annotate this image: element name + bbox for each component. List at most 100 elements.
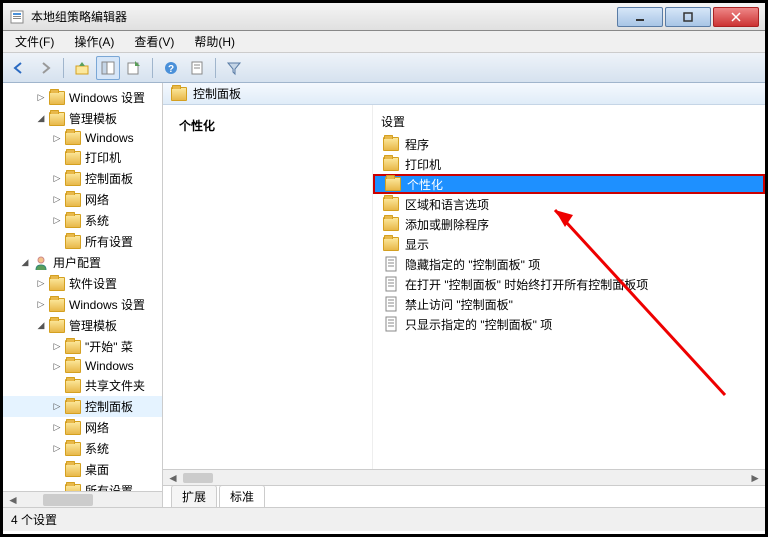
setting-label: 打印机 bbox=[405, 156, 441, 173]
tree-item-windows[interactable]: ▷ Windows 设置 bbox=[3, 294, 162, 315]
tree-item-[interactable]: 桌面 bbox=[3, 459, 162, 480]
up-button[interactable] bbox=[70, 56, 94, 80]
tree-toggle-icon[interactable]: ▷ bbox=[51, 422, 63, 434]
tree-toggle-icon[interactable]: ▷ bbox=[35, 92, 47, 104]
setting-label: 程序 bbox=[405, 136, 429, 153]
tree-item-[interactable]: 所有设置 bbox=[3, 231, 162, 252]
tab-extended[interactable]: 扩展 bbox=[171, 485, 217, 507]
tree-item-[interactable]: ▷网络 bbox=[3, 417, 162, 438]
folder-icon bbox=[383, 157, 399, 171]
tree-toggle-icon[interactable]: ▷ bbox=[51, 360, 63, 372]
folder-icon bbox=[383, 217, 399, 231]
tree-horizontal-scrollbar[interactable]: ◄ bbox=[3, 491, 162, 507]
tree-item-[interactable]: ▷ 系统 bbox=[3, 438, 162, 459]
minimize-button[interactable] bbox=[617, 7, 663, 27]
tree-item-[interactable]: 共享文件夹 bbox=[3, 375, 162, 396]
tree-item-[interactable]: ▷控制面板 bbox=[3, 396, 162, 417]
tree-item-label: 桌面 bbox=[85, 461, 109, 478]
menu-view[interactable]: 查看(V) bbox=[126, 31, 182, 52]
setting-label: 禁止访问 "控制面板" bbox=[405, 296, 513, 313]
folder-icon bbox=[383, 137, 399, 151]
tree-toggle-icon bbox=[51, 236, 63, 248]
tree-toggle-icon[interactable]: ◢ bbox=[35, 113, 47, 125]
folder-icon bbox=[171, 87, 187, 101]
tree-toggle-icon[interactable]: ◢ bbox=[35, 320, 47, 332]
tree-toggle-icon[interactable]: ▷ bbox=[51, 443, 63, 455]
setting-row[interactable]: 只显示指定的 "控制面板" 项 bbox=[373, 314, 765, 334]
folder-icon bbox=[65, 235, 81, 249]
content-horizontal-scrollbar[interactable]: ◄► bbox=[163, 469, 765, 485]
tree-toggle-icon[interactable]: ▷ bbox=[51, 173, 63, 185]
tree-toggle-icon bbox=[51, 152, 63, 164]
tree-item-[interactable]: ▷ 系统 bbox=[3, 210, 162, 231]
tree-item-[interactable]: ▷ 网络 bbox=[3, 189, 162, 210]
tree-item-windows[interactable]: ▷Windows 设置 bbox=[3, 87, 162, 108]
tree-toggle-icon[interactable]: ▷ bbox=[35, 278, 47, 290]
setting-row[interactable]: 个性化 bbox=[373, 174, 765, 194]
folder-icon bbox=[65, 359, 81, 373]
tree-item-label: 共享文件夹 bbox=[85, 377, 145, 394]
tree-toggle-icon[interactable]: ▷ bbox=[51, 194, 63, 206]
menu-action[interactable]: 操作(A) bbox=[66, 31, 122, 52]
tree-item-[interactable]: ▷ 控制面板 bbox=[3, 168, 162, 189]
folder-icon bbox=[65, 193, 81, 207]
close-button[interactable] bbox=[713, 7, 759, 27]
setting-row[interactable]: 添加或删除程序 bbox=[373, 214, 765, 234]
tab-bar: 扩展 标准 bbox=[163, 485, 765, 507]
tree-item-label: 控制面板 bbox=[85, 170, 133, 187]
tree-item-label: Windows 设置 bbox=[69, 296, 145, 313]
detail-title: 个性化 bbox=[171, 113, 364, 138]
setting-label: 只显示指定的 "控制面板" 项 bbox=[405, 316, 552, 333]
tree-item-label: 所有设置 bbox=[85, 482, 133, 491]
setting-row[interactable]: 禁止访问 "控制面板" bbox=[373, 294, 765, 314]
forward-button[interactable] bbox=[33, 56, 57, 80]
tree-toggle-icon[interactable]: ◢ bbox=[19, 257, 31, 269]
tree-toggle-icon bbox=[51, 464, 63, 476]
setting-row[interactable]: 打印机 bbox=[373, 154, 765, 174]
tree-toggle-icon[interactable]: ▷ bbox=[51, 341, 63, 353]
setting-row[interactable]: 程序 bbox=[373, 134, 765, 154]
tab-standard[interactable]: 标准 bbox=[219, 485, 265, 507]
toolbar: ? bbox=[3, 53, 765, 83]
tree-item-[interactable]: ◢管理模板 bbox=[3, 108, 162, 129]
tree-item-[interactable]: 打印机 bbox=[3, 147, 162, 168]
tree-item-label: 网络 bbox=[85, 191, 109, 208]
tree-item-windows[interactable]: ▷ Windows bbox=[3, 129, 162, 147]
folder-icon bbox=[65, 421, 81, 435]
tree-item-windows[interactable]: ▷ Windows bbox=[3, 357, 162, 375]
tree-item-label: 系统 bbox=[85, 212, 109, 229]
setting-row[interactable]: 隐藏指定的 "控制面板" 项 bbox=[373, 254, 765, 274]
folder-icon bbox=[49, 91, 65, 105]
filter-button[interactable] bbox=[222, 56, 246, 80]
tree-item-label: 所有设置 bbox=[85, 233, 133, 250]
maximize-button[interactable] bbox=[665, 7, 711, 27]
tree-item-[interactable]: 所有设置 bbox=[3, 480, 162, 491]
tree-toggle-icon[interactable]: ▷ bbox=[51, 215, 63, 227]
export-button[interactable] bbox=[122, 56, 146, 80]
menu-help[interactable]: 帮助(H) bbox=[186, 31, 243, 52]
setting-row[interactable]: 在打开 "控制面板" 时始终打开所有控制面板项 bbox=[373, 274, 765, 294]
properties-button[interactable] bbox=[185, 56, 209, 80]
folder-icon bbox=[65, 214, 81, 228]
tree-item-label: Windows bbox=[85, 131, 134, 145]
tree-item-label: Windows bbox=[85, 359, 134, 373]
setting-label: 添加或删除程序 bbox=[405, 216, 489, 233]
tree-item-label: 系统 bbox=[85, 440, 109, 457]
menu-file[interactable]: 文件(F) bbox=[7, 31, 62, 52]
setting-row[interactable]: 显示 bbox=[373, 234, 765, 254]
tree-toggle-icon bbox=[51, 380, 63, 392]
back-button[interactable] bbox=[7, 56, 31, 80]
tree-toggle-icon[interactable]: ▷ bbox=[51, 401, 63, 413]
setting-row[interactable]: 区域和语言选项 bbox=[373, 194, 765, 214]
tree-item-[interactable]: ◢管理模板 bbox=[3, 315, 162, 336]
tree-toggle-icon[interactable]: ▷ bbox=[35, 299, 47, 311]
policy-icon bbox=[383, 276, 399, 292]
tree-item-[interactable]: ▷"开始" 菜 bbox=[3, 336, 162, 357]
folder-icon bbox=[65, 442, 81, 456]
tree-toggle-icon[interactable]: ▷ bbox=[51, 132, 63, 144]
show-hide-tree-button[interactable] bbox=[96, 56, 120, 80]
help-button[interactable]: ? bbox=[159, 56, 183, 80]
tree-item-[interactable]: ◢ 用户配置 bbox=[3, 252, 162, 273]
tree-item-[interactable]: ▷软件设置 bbox=[3, 273, 162, 294]
tree-item-label: 用户配置 bbox=[53, 254, 101, 271]
